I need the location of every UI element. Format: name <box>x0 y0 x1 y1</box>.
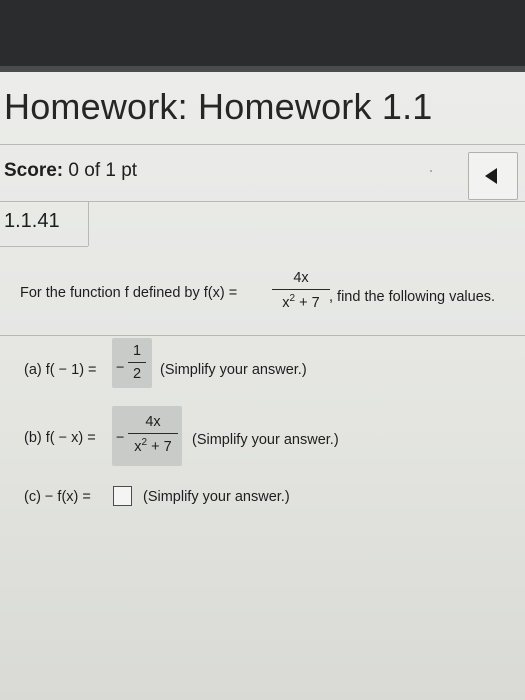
previous-question-button[interactable] <box>468 152 518 200</box>
arrow-left-icon <box>485 168 497 184</box>
part-b-sign: − <box>116 430 125 446</box>
part-b-fraction-bar <box>128 433 178 434</box>
monitor-bezel <box>0 0 525 72</box>
part-b-numerator: 4x <box>145 414 161 430</box>
function-fraction-bar <box>272 289 330 290</box>
score-divider <box>0 201 525 202</box>
part-b-label: (b) f( − x) = <box>24 430 96 446</box>
part-a-answer-fraction: 1 2 <box>128 343 146 382</box>
part-a-label: (a) f( − 1) = <box>24 362 97 378</box>
function-numerator: 4x <box>293 270 309 286</box>
part-c-hint: (Simplify your answer.) <box>143 489 290 505</box>
part-a-denominator: 2 <box>132 366 142 382</box>
part-a-sign: − <box>116 360 125 376</box>
problem-intro-text: For the function f defined by f(x) = <box>20 285 238 301</box>
part-c-answer-input[interactable] <box>113 486 132 506</box>
part-c-label: (c) − f(x) = <box>24 489 91 505</box>
part-a-numerator: 1 <box>132 343 142 359</box>
part-b-hint: (Simplify your answer.) <box>192 432 339 448</box>
score-display: Score: 0 of 1 pt <box>4 160 137 182</box>
score-label: Score: <box>4 160 64 181</box>
function-denominator: x2 + 7 <box>282 293 320 311</box>
problem-intro-rest: , find the following values. <box>329 289 496 305</box>
part-b-answer-fraction: 4x x2 + 7 <box>128 414 178 455</box>
part-b-denominator: x2 + 7 <box>134 437 172 455</box>
function-fraction: 4x x2 + 7 <box>272 270 330 311</box>
part-a-fraction-bar <box>128 362 146 363</box>
screen-speck <box>430 170 432 172</box>
score-value: 0 of 1 pt <box>68 160 138 181</box>
problem-divider <box>0 335 525 336</box>
question-number-separator <box>88 202 89 246</box>
question-number-underline <box>0 246 88 247</box>
question-number: 1.1.41 <box>4 210 60 232</box>
part-a-hint: (Simplify your answer.) <box>160 362 307 378</box>
problem-statement: For the function f defined by f(x) = <box>20 285 237 301</box>
page-title: Homework: Homework 1.1 <box>4 86 433 127</box>
title-divider <box>0 144 525 145</box>
